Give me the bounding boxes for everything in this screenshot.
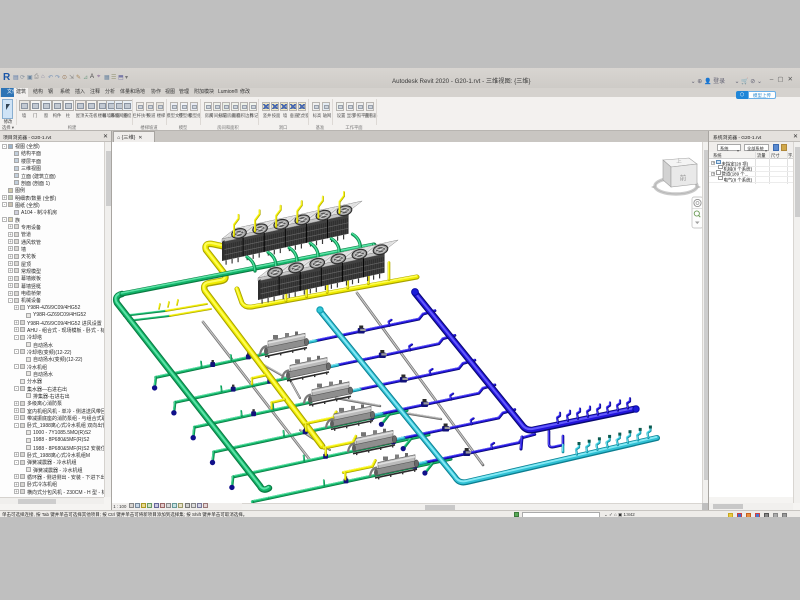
svg-text:前: 前 [680,173,687,182]
svg-text:上: 上 [676,157,682,165]
